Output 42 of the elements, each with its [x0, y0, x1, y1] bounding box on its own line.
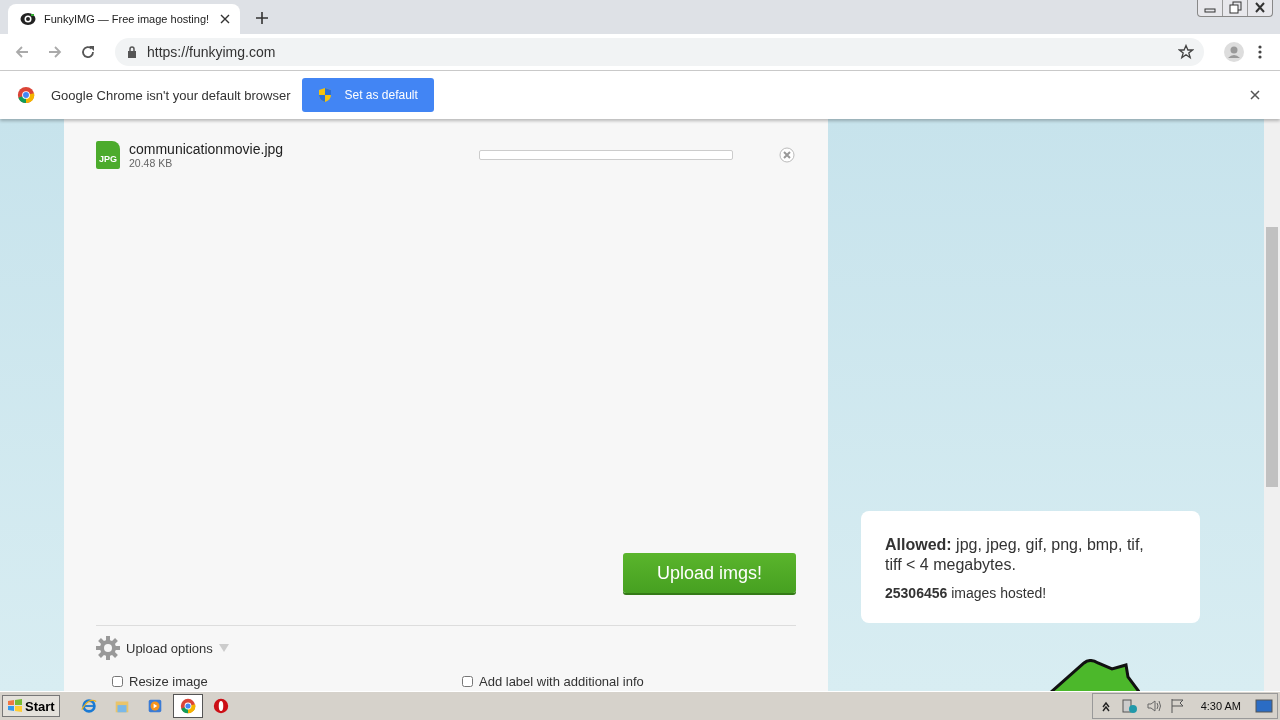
- checkbox[interactable]: [462, 676, 473, 687]
- star-icon[interactable]: [1178, 44, 1194, 60]
- shield-icon: [318, 87, 333, 103]
- volume-icon[interactable]: [1144, 698, 1163, 714]
- browser-tab[interactable]: FunkyIMG — Free image hosting!: [8, 4, 240, 34]
- images-hosted-text: 25306456 images hosted!: [885, 585, 1048, 601]
- camera-icon: [20, 11, 36, 27]
- reload-icon[interactable]: [80, 44, 96, 60]
- file-type-icon: JPG: [96, 141, 120, 169]
- settings-icon[interactable]: [96, 636, 120, 660]
- chrome-logo-icon: [17, 86, 35, 104]
- clock: 4:30 AM: [1200, 700, 1241, 712]
- chrome-icon: [178, 697, 197, 715]
- show-desktop-icon[interactable]: [1255, 698, 1273, 714]
- start-button[interactable]: Start: [2, 695, 60, 717]
- remove-icon[interactable]: [779, 147, 795, 163]
- close-icon[interactable]: [1250, 90, 1260, 100]
- windows-logo-icon: [7, 698, 23, 714]
- allowed-formats-text: Allowed: jpg, jpeg, gif, png, bmp, tif, tiff < 4 megabytes.: [885, 535, 1145, 575]
- file-size: 20.48 KB: [129, 157, 174, 169]
- option-label: Add label with additional info: [479, 674, 644, 689]
- back-icon[interactable]: [14, 44, 30, 60]
- infobar-message: Google Chrome isn't your default browser: [51, 87, 291, 103]
- opera-icon: [211, 697, 230, 715]
- file-name: communicationmovie.jpg: [129, 141, 285, 157]
- scrollbar[interactable]: [1264, 119, 1280, 691]
- tab-title: FunkyIMG — Free image hosting!: [44, 13, 211, 25]
- profile-avatar-icon[interactable]: [1224, 42, 1244, 62]
- upload-options-toggle[interactable]: Upload options: [126, 640, 213, 656]
- taskbar-button[interactable]: [172, 694, 203, 718]
- menu-icon[interactable]: [1258, 44, 1262, 60]
- new-tab-icon[interactable]: [256, 12, 268, 24]
- checkbox[interactable]: [112, 676, 123, 687]
- option-label: Resize image: [129, 674, 208, 689]
- set-default-button[interactable]: Set as default: [302, 78, 434, 112]
- address-bar[interactable]: https://funkyimg.com: [115, 38, 1204, 66]
- close-icon[interactable]: [220, 14, 230, 24]
- url-text: https://funkyimg.com: [147, 44, 276, 60]
- internet-explorer-icon: [79, 697, 98, 715]
- forward-icon[interactable]: [47, 44, 63, 60]
- network-icon[interactable]: [1120, 698, 1139, 714]
- lock-icon: [127, 46, 137, 58]
